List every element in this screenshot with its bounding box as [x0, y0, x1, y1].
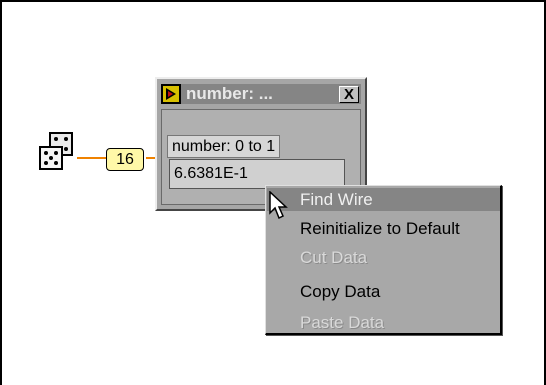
- probe-icon: [161, 84, 181, 104]
- menu-item-paste-data[interactable]: Paste Data: [267, 311, 500, 334]
- probe-title: number: ...: [186, 84, 273, 103]
- numeric-constant[interactable]: 16: [106, 148, 144, 171]
- probe-label: number: 0 to 1: [167, 135, 281, 158]
- menu-item-copy-data[interactable]: Copy Data: [267, 280, 500, 303]
- dice-icon[interactable]: [37, 131, 77, 173]
- mouse-pointer-icon: [269, 191, 288, 220]
- close-icon[interactable]: X: [339, 86, 359, 103]
- menu-item-find-wire[interactable]: Find Wire: [267, 188, 500, 211]
- block-diagram-canvas[interactable]: 16 number: ... X number: 0 to 1 6.6381E-…: [0, 0, 546, 385]
- menu-item-reinitialize[interactable]: Reinitialize to Default: [267, 217, 500, 240]
- probe-value: 6.6381E-1: [174, 165, 248, 182]
- probe-title-bar[interactable]: number: ... X: [161, 84, 361, 104]
- wire[interactable]: [77, 157, 107, 159]
- context-menu: Find Wire Reinitialize to Default Cut Da…: [265, 185, 502, 335]
- menu-item-cut-data[interactable]: Cut Data: [267, 246, 500, 269]
